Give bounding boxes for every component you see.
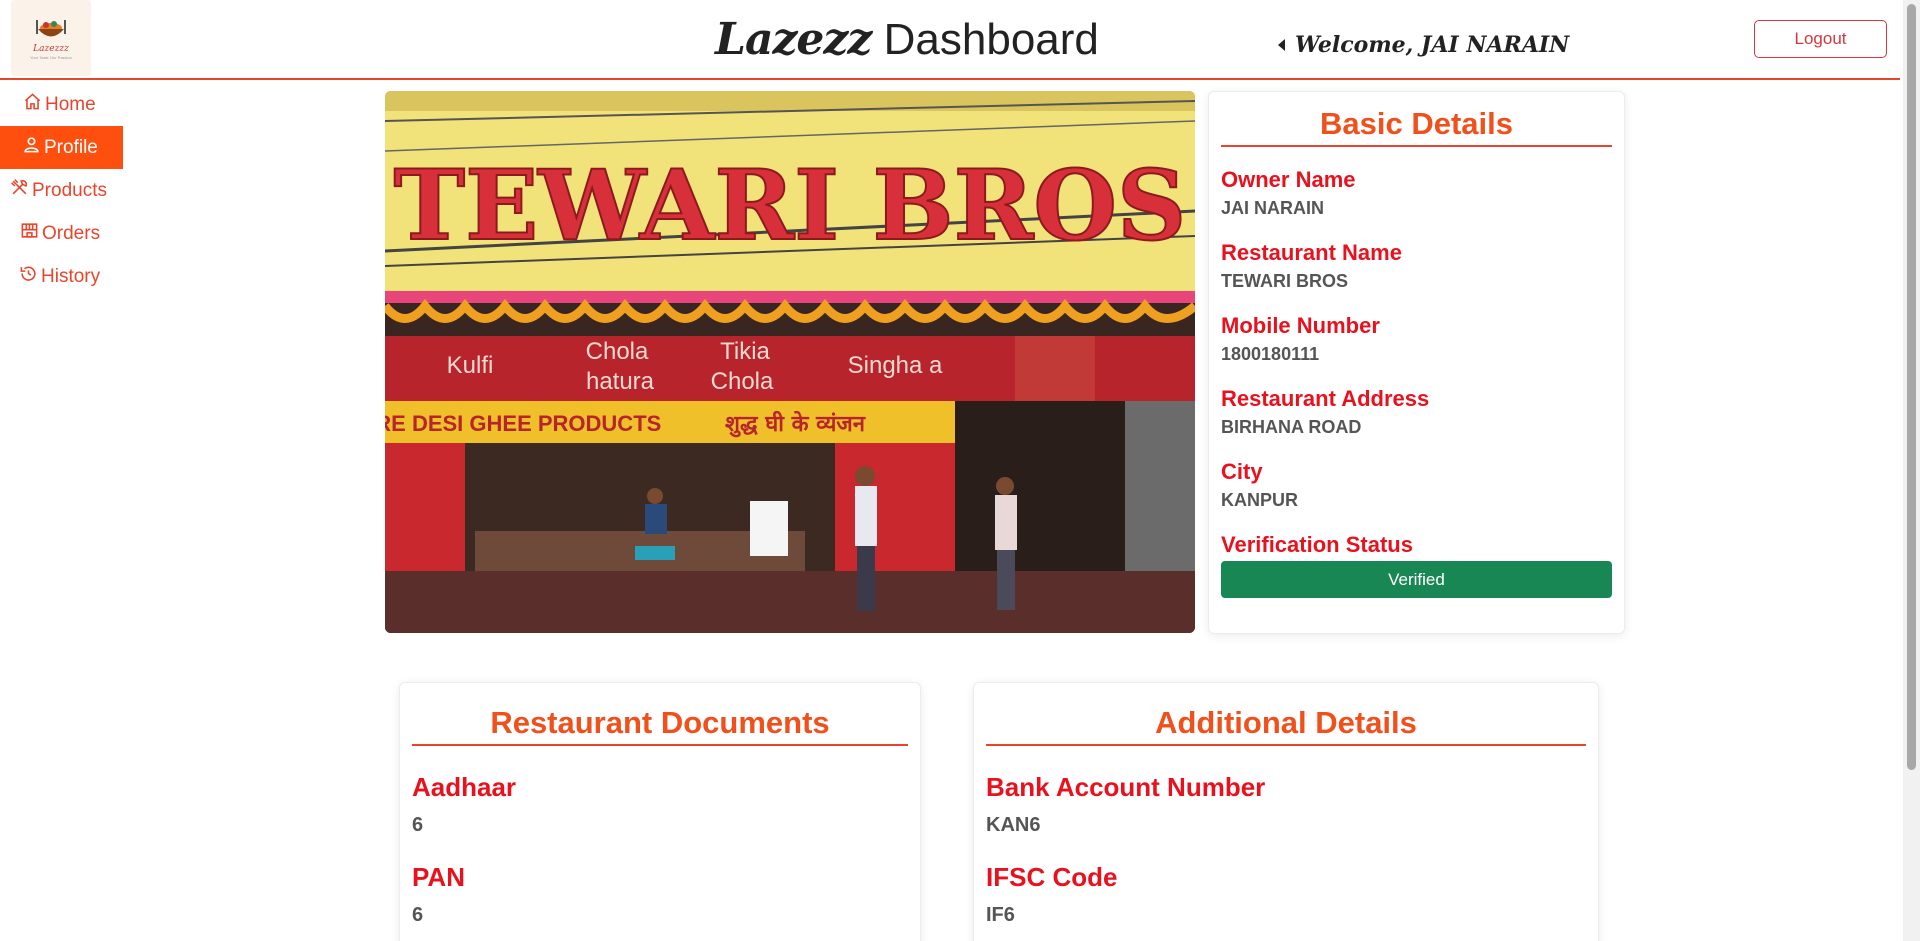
dashboard-page: Lazezzz Your Taste Our Passion Lazezz Da… (0, 0, 1920, 941)
basic-details-title: Basic Details (1221, 106, 1612, 147)
menu-word: hatura (586, 368, 655, 395)
field-value: 1800180111 (1221, 344, 1320, 364)
user-icon (22, 135, 44, 160)
field-label: PAN (412, 862, 465, 892)
owner-name-field: Owner Name JAI NARAIN (1221, 166, 1612, 220)
mobile-number-field: Mobile Number 1800180111 (1221, 312, 1612, 366)
brand-logo[interactable]: Lazezzz Your Taste Our Passion (11, 0, 91, 76)
sign-text: TEWARI BROS (394, 149, 1187, 262)
menu-word: Tikia (720, 338, 770, 365)
logo-tagline: Your Taste Our Passion (30, 55, 72, 60)
field-label: Bank Account Number (986, 772, 1266, 802)
sidebar-item-label: Products (32, 179, 107, 201)
field-label: Verification Status (1221, 532, 1413, 557)
home-icon (23, 92, 45, 117)
ifsc-code-field: IFSC Code IF6 (986, 862, 1586, 928)
logo-text: Lazezzz (33, 44, 69, 54)
top-header: Lazezzz Your Taste Our Passion Lazezz Da… (0, 0, 1900, 80)
field-label: Restaurant Name (1221, 240, 1402, 265)
field-label: Owner Name (1221, 167, 1356, 192)
menu-word: Chola (711, 368, 774, 395)
sidebar-item-home[interactable]: Home (0, 83, 125, 126)
sidebar-item-profile[interactable]: Profile (0, 126, 123, 169)
welcome-text: Welcome, JAI NARAIN (1295, 32, 1570, 58)
restaurant-name-field: Restaurant Name TEWARI BROS (1221, 239, 1612, 293)
verification-status-field: Verification Status Verified (1221, 531, 1612, 598)
utensils-icon (10, 178, 32, 203)
aadhaar-field: Aadhaar 6 (412, 772, 908, 838)
title-rest: Dashboard (871, 15, 1099, 64)
sidebar-item-orders[interactable]: Orders (0, 212, 125, 255)
field-value: JAI NARAIN (1221, 198, 1325, 218)
sidebar-item-products[interactable]: Products (0, 169, 125, 212)
field-value: KAN6 (986, 814, 1041, 836)
field-label: Restaurant Address (1221, 386, 1430, 411)
shop-icon (20, 221, 42, 246)
restaurant-documents-card: Restaurant Documents Aadhaar 6 PAN 6 (399, 682, 921, 941)
field-value: TEWARI BROS (1221, 271, 1349, 291)
field-value: BIRHANA ROAD (1221, 417, 1362, 437)
field-label: City (1221, 459, 1263, 484)
history-icon (19, 264, 41, 289)
verified-status-badge: Verified (1221, 561, 1612, 598)
field-label: Mobile Number (1221, 313, 1380, 338)
additional-details-card: Additional Details Bank Account Number K… (973, 682, 1599, 941)
menu-word: Singha a (848, 352, 943, 379)
field-value: KANPUR (1221, 490, 1299, 510)
pan-field: PAN 6 (412, 862, 908, 928)
field-value: 6 (412, 814, 424, 836)
additional-title: Additional Details (986, 705, 1586, 746)
scrollbar-thumb[interactable] (1907, 4, 1916, 770)
field-value: 6 (412, 904, 424, 926)
welcome-dropdown[interactable]: Welcome, JAI NARAIN (1278, 32, 1569, 58)
field-label: Aadhaar (412, 772, 517, 802)
sidebar-item-history[interactable]: History (0, 255, 125, 298)
banner-hindi: शुद्ध घी के व्यंजन (725, 410, 866, 438)
menu-word: Chola (586, 338, 649, 365)
logout-button[interactable]: Logout (1754, 20, 1887, 58)
banner-text: PURE DESI GHEE PRODUCTS (385, 411, 661, 436)
sidebar-nav: Home Profile Products Orders History (0, 83, 125, 298)
sidebar-item-label: History (41, 265, 101, 287)
menu-word: Kulfi (447, 352, 494, 379)
sidebar-item-label: Home (45, 93, 96, 115)
field-value: IF6 (986, 904, 1015, 926)
documents-title: Restaurant Documents (412, 705, 908, 746)
city-field: City KANPUR (1221, 458, 1612, 512)
page-title: Lazezz Dashboard (715, 14, 1099, 65)
title-brand: Lazezz (715, 14, 872, 65)
restaurant-photo: TEWARI BROS Kulfi Chola hatura Tikia Cho… (385, 91, 1195, 633)
restaurant-address-field: Restaurant Address BIRHANA ROAD (1221, 385, 1612, 439)
sidebar-item-label: Orders (42, 222, 101, 244)
field-label: IFSC Code (986, 862, 1118, 892)
bank-account-field: Bank Account Number KAN6 (986, 772, 1586, 838)
caret-left-icon (1278, 39, 1285, 51)
food-bowl-icon (34, 16, 68, 42)
basic-details-card: Basic Details Owner Name JAI NARAIN Rest… (1208, 91, 1625, 634)
sidebar-item-label: Profile (44, 136, 98, 158)
vertical-scrollbar[interactable] (1903, 0, 1920, 941)
